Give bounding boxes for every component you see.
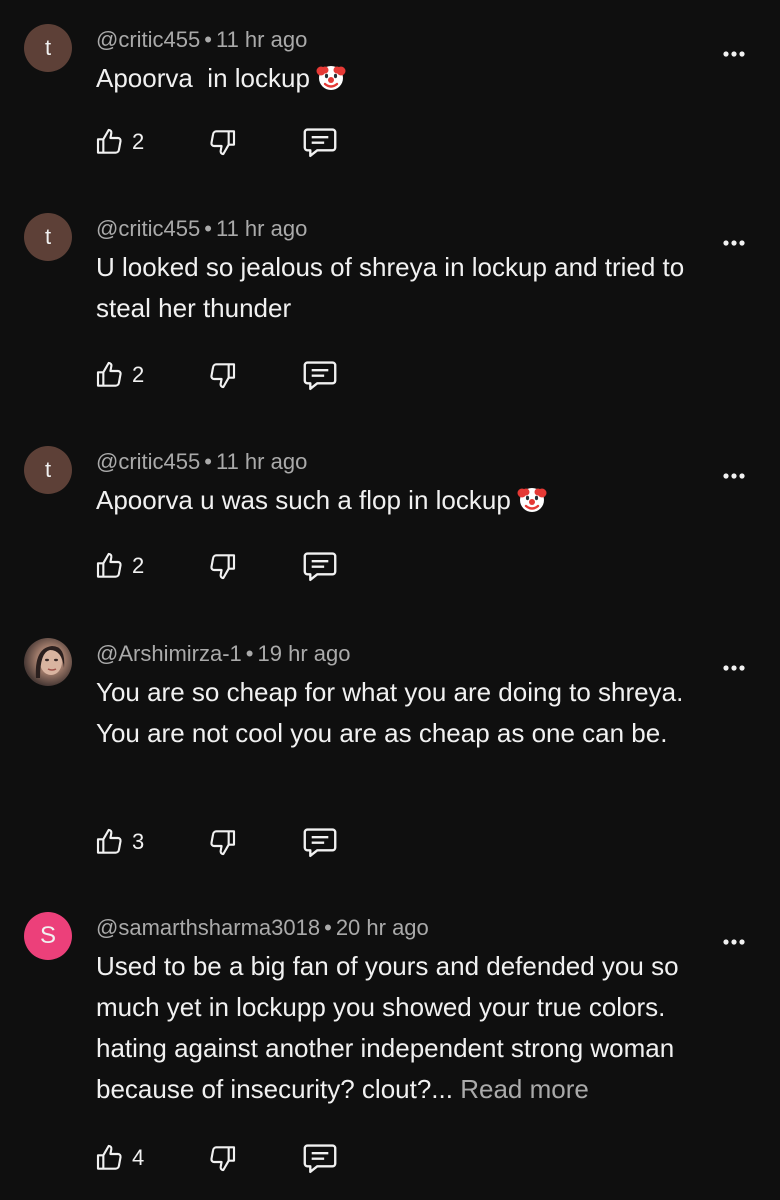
comment-time[interactable]: 11 hr ago [216, 449, 307, 474]
comment-text-content: Used to be a big fan of yours and defend… [96, 951, 679, 1104]
dislike-button[interactable] [206, 355, 238, 395]
reply-button[interactable] [302, 122, 338, 162]
more-vertical-icon [723, 240, 745, 246]
comment-time[interactable]: 19 hr ago [258, 641, 351, 666]
comment-author[interactable]: @critic455 [96, 27, 200, 52]
comment-time[interactable]: 11 hr ago [216, 27, 307, 52]
reply-button[interactable] [302, 546, 338, 586]
like-button[interactable]: 2 [94, 122, 144, 162]
more-vertical-icon [723, 51, 745, 57]
thumbs-down-icon [210, 1146, 236, 1172]
meta-separator: • [204, 27, 212, 52]
like-count: 3 [132, 829, 145, 854]
comment-text-content: U looked so jealous of shreya in lockup … [96, 252, 685, 323]
avatar[interactable]: t [24, 446, 72, 494]
reply-comment-icon [303, 552, 337, 582]
comment-actions: 2 [94, 355, 354, 395]
like-button[interactable]: 2 [94, 355, 144, 395]
comment-meta: @Arshimirza-1 • 19 hr ago [96, 641, 350, 667]
thumbs-up-icon [96, 552, 122, 578]
thumbs-up-icon [96, 1144, 122, 1170]
avatar-letter: t [44, 35, 52, 60]
avatar-letter: S [39, 922, 56, 949]
thumbs-up-icon [96, 128, 122, 154]
comment-author[interactable]: @critic455 [96, 449, 200, 474]
thumbs-down-icon [210, 554, 236, 580]
dislike-button[interactable] [206, 122, 238, 162]
meta-separator: • [204, 449, 212, 474]
reply-comment-icon [303, 128, 337, 158]
comment-meta: @critic455 • 11 hr ago [96, 27, 307, 53]
reply-button[interactable] [302, 822, 338, 862]
more-vertical-icon [723, 473, 745, 479]
avatar[interactable] [24, 638, 72, 686]
like-count: 2 [132, 362, 145, 387]
comment-meta: @critic455 • 11 hr ago [96, 449, 307, 475]
comment-meta: @critic455 • 11 hr ago [96, 216, 307, 242]
comment-time[interactable]: 20 hr ago [336, 915, 429, 940]
meta-separator: • [245, 641, 254, 666]
avatar[interactable]: t [24, 213, 72, 261]
like-button[interactable]: 2 [94, 546, 144, 586]
thumbs-down-icon [210, 363, 236, 389]
comment-text-content: Apoorva in lockup [96, 63, 310, 93]
like-button[interactable]: 3 [94, 822, 144, 862]
comment-actions: 2 [94, 546, 354, 586]
more-options-button[interactable] [718, 227, 750, 259]
avatar[interactable]: t [24, 24, 72, 72]
reply-button[interactable] [302, 355, 338, 395]
comment-actions: 3 [94, 822, 354, 862]
reply-comment-icon [303, 1144, 337, 1174]
read-more-link[interactable]: Read more [460, 1074, 589, 1104]
dislike-button[interactable] [206, 1138, 238, 1178]
comment-text: Apoorva u was such a flop in lockup [96, 480, 736, 521]
avatar[interactable]: S [24, 912, 72, 960]
clown-face-emoji [316, 62, 346, 92]
meta-separator: • [324, 915, 332, 940]
comment-meta: @samarthsharma3018 • 20 hr ago [96, 915, 429, 941]
meta-separator: • [204, 216, 212, 241]
like-button[interactable]: 4 [94, 1138, 144, 1178]
reply-comment-icon [303, 828, 337, 858]
comment-text-content: Apoorva u was such a flop in lockup [96, 485, 511, 515]
like-count: 2 [132, 129, 145, 154]
clown-face-emoji [517, 484, 547, 514]
profile-photo [35, 646, 65, 678]
dislike-button[interactable] [206, 822, 238, 862]
comment-author[interactable]: @critic455 [96, 216, 200, 241]
like-count: 4 [132, 1145, 145, 1170]
comment-author[interactable]: @samarthsharma3018 [96, 915, 320, 940]
comment-text-content: You are so cheap for what you are doing … [96, 677, 684, 748]
comment-author[interactable]: @Arshimirza-1 [96, 641, 242, 666]
comment-text: You are so cheap for what you are doing … [96, 672, 726, 754]
thumbs-down-icon [210, 130, 236, 156]
like-count: 2 [132, 553, 145, 578]
more-vertical-icon [723, 939, 745, 945]
reply-button[interactable] [302, 1138, 338, 1178]
thumbs-up-icon [96, 361, 122, 387]
comment-time[interactable]: 11 hr ago [216, 216, 307, 241]
reply-comment-icon [303, 361, 337, 391]
dislike-button[interactable] [206, 546, 238, 586]
comment-text: U looked so jealous of shreya in lockup … [96, 247, 716, 329]
avatar-letter: t [44, 457, 52, 482]
comment-text: Apoorva in lockup [96, 58, 736, 99]
avatar-letter: t [44, 224, 52, 249]
comment-text: Used to be a big fan of yours and defend… [96, 946, 736, 1110]
comment-actions: 2 [94, 122, 354, 162]
more-vertical-icon [723, 665, 745, 671]
comment-actions: 4 [94, 1138, 354, 1178]
thumbs-up-icon [96, 828, 122, 854]
thumbs-down-icon [210, 830, 236, 856]
